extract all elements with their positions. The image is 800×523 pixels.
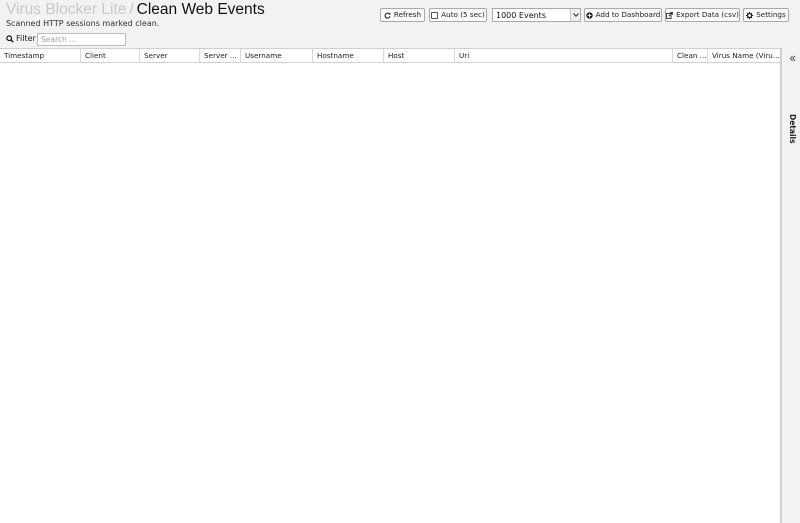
breadcrumb-app[interactable]: Virus Blocker Lite bbox=[6, 1, 126, 18]
grid-header: Timestamp Client Server Server ... Usern… bbox=[0, 49, 780, 63]
export-data-button[interactable]: Export Data (csv) bbox=[665, 8, 740, 22]
chevron-down-icon[interactable] bbox=[570, 9, 580, 21]
auto-refresh-label: Auto (5 sec) bbox=[441, 10, 485, 20]
gear-icon bbox=[746, 11, 754, 19]
events-limit-select[interactable]: 1000 Events bbox=[492, 8, 581, 22]
refresh-button[interactable]: Refresh bbox=[380, 8, 425, 22]
filter-label-text: Filter bbox=[16, 34, 36, 43]
column-header-server-port[interactable]: Server ... bbox=[200, 49, 241, 62]
page-subtitle: Scanned HTTP sessions marked clean. bbox=[6, 19, 160, 28]
details-panel[interactable]: Details bbox=[781, 48, 800, 523]
auto-refresh-checkbox[interactable] bbox=[431, 11, 439, 19]
search-input[interactable] bbox=[37, 33, 126, 46]
column-header-username[interactable]: Username bbox=[241, 49, 313, 62]
settings-label: Settings bbox=[756, 10, 786, 20]
export-data-label: Export Data (csv) bbox=[676, 10, 739, 20]
filter-bar: Filter bbox=[0, 31, 800, 48]
column-header-timestamp[interactable]: Timestamp bbox=[0, 49, 81, 62]
settings-button[interactable]: Settings bbox=[743, 8, 789, 22]
plus-circle-icon bbox=[585, 11, 593, 19]
add-to-dashboard-button[interactable]: Add to Dashboard bbox=[584, 8, 662, 22]
breadcrumb-separator: / bbox=[129, 1, 134, 18]
column-header-client[interactable]: Client bbox=[81, 49, 140, 62]
double-chevron-left-icon[interactable] bbox=[788, 54, 796, 62]
details-panel-label[interactable]: Details bbox=[788, 114, 797, 144]
column-header-server[interactable]: Server bbox=[140, 49, 200, 62]
filter-label: Filter bbox=[6, 34, 36, 43]
breadcrumb: Virus Blocker Lite / Clean Web Events bbox=[6, 1, 265, 19]
column-header-virus-name[interactable]: Virus Name (Viru... bbox=[708, 49, 780, 62]
column-header-host[interactable]: Host bbox=[384, 49, 455, 62]
column-header-uri[interactable]: Uri bbox=[455, 49, 673, 62]
add-to-dashboard-label: Add to Dashboard bbox=[595, 10, 661, 20]
page-title: Clean Web Events bbox=[136, 1, 265, 18]
refresh-label: Refresh bbox=[393, 10, 422, 20]
grid-body bbox=[0, 64, 780, 523]
refresh-icon bbox=[384, 12, 391, 19]
auto-refresh-toggle[interactable]: Auto (5 sec) bbox=[429, 8, 487, 22]
column-header-hostname[interactable]: Hostname bbox=[313, 49, 384, 62]
export-icon bbox=[666, 11, 673, 19]
search-icon bbox=[6, 34, 14, 43]
page-header: Virus Blocker Lite / Clean Web Events Scan… bbox=[0, 0, 800, 31]
events-limit-value: 1000 Events bbox=[496, 10, 546, 20]
column-header-clean[interactable]: Clean ... bbox=[673, 49, 708, 62]
events-grid: Timestamp Client Server Server ... Usern… bbox=[0, 48, 781, 523]
